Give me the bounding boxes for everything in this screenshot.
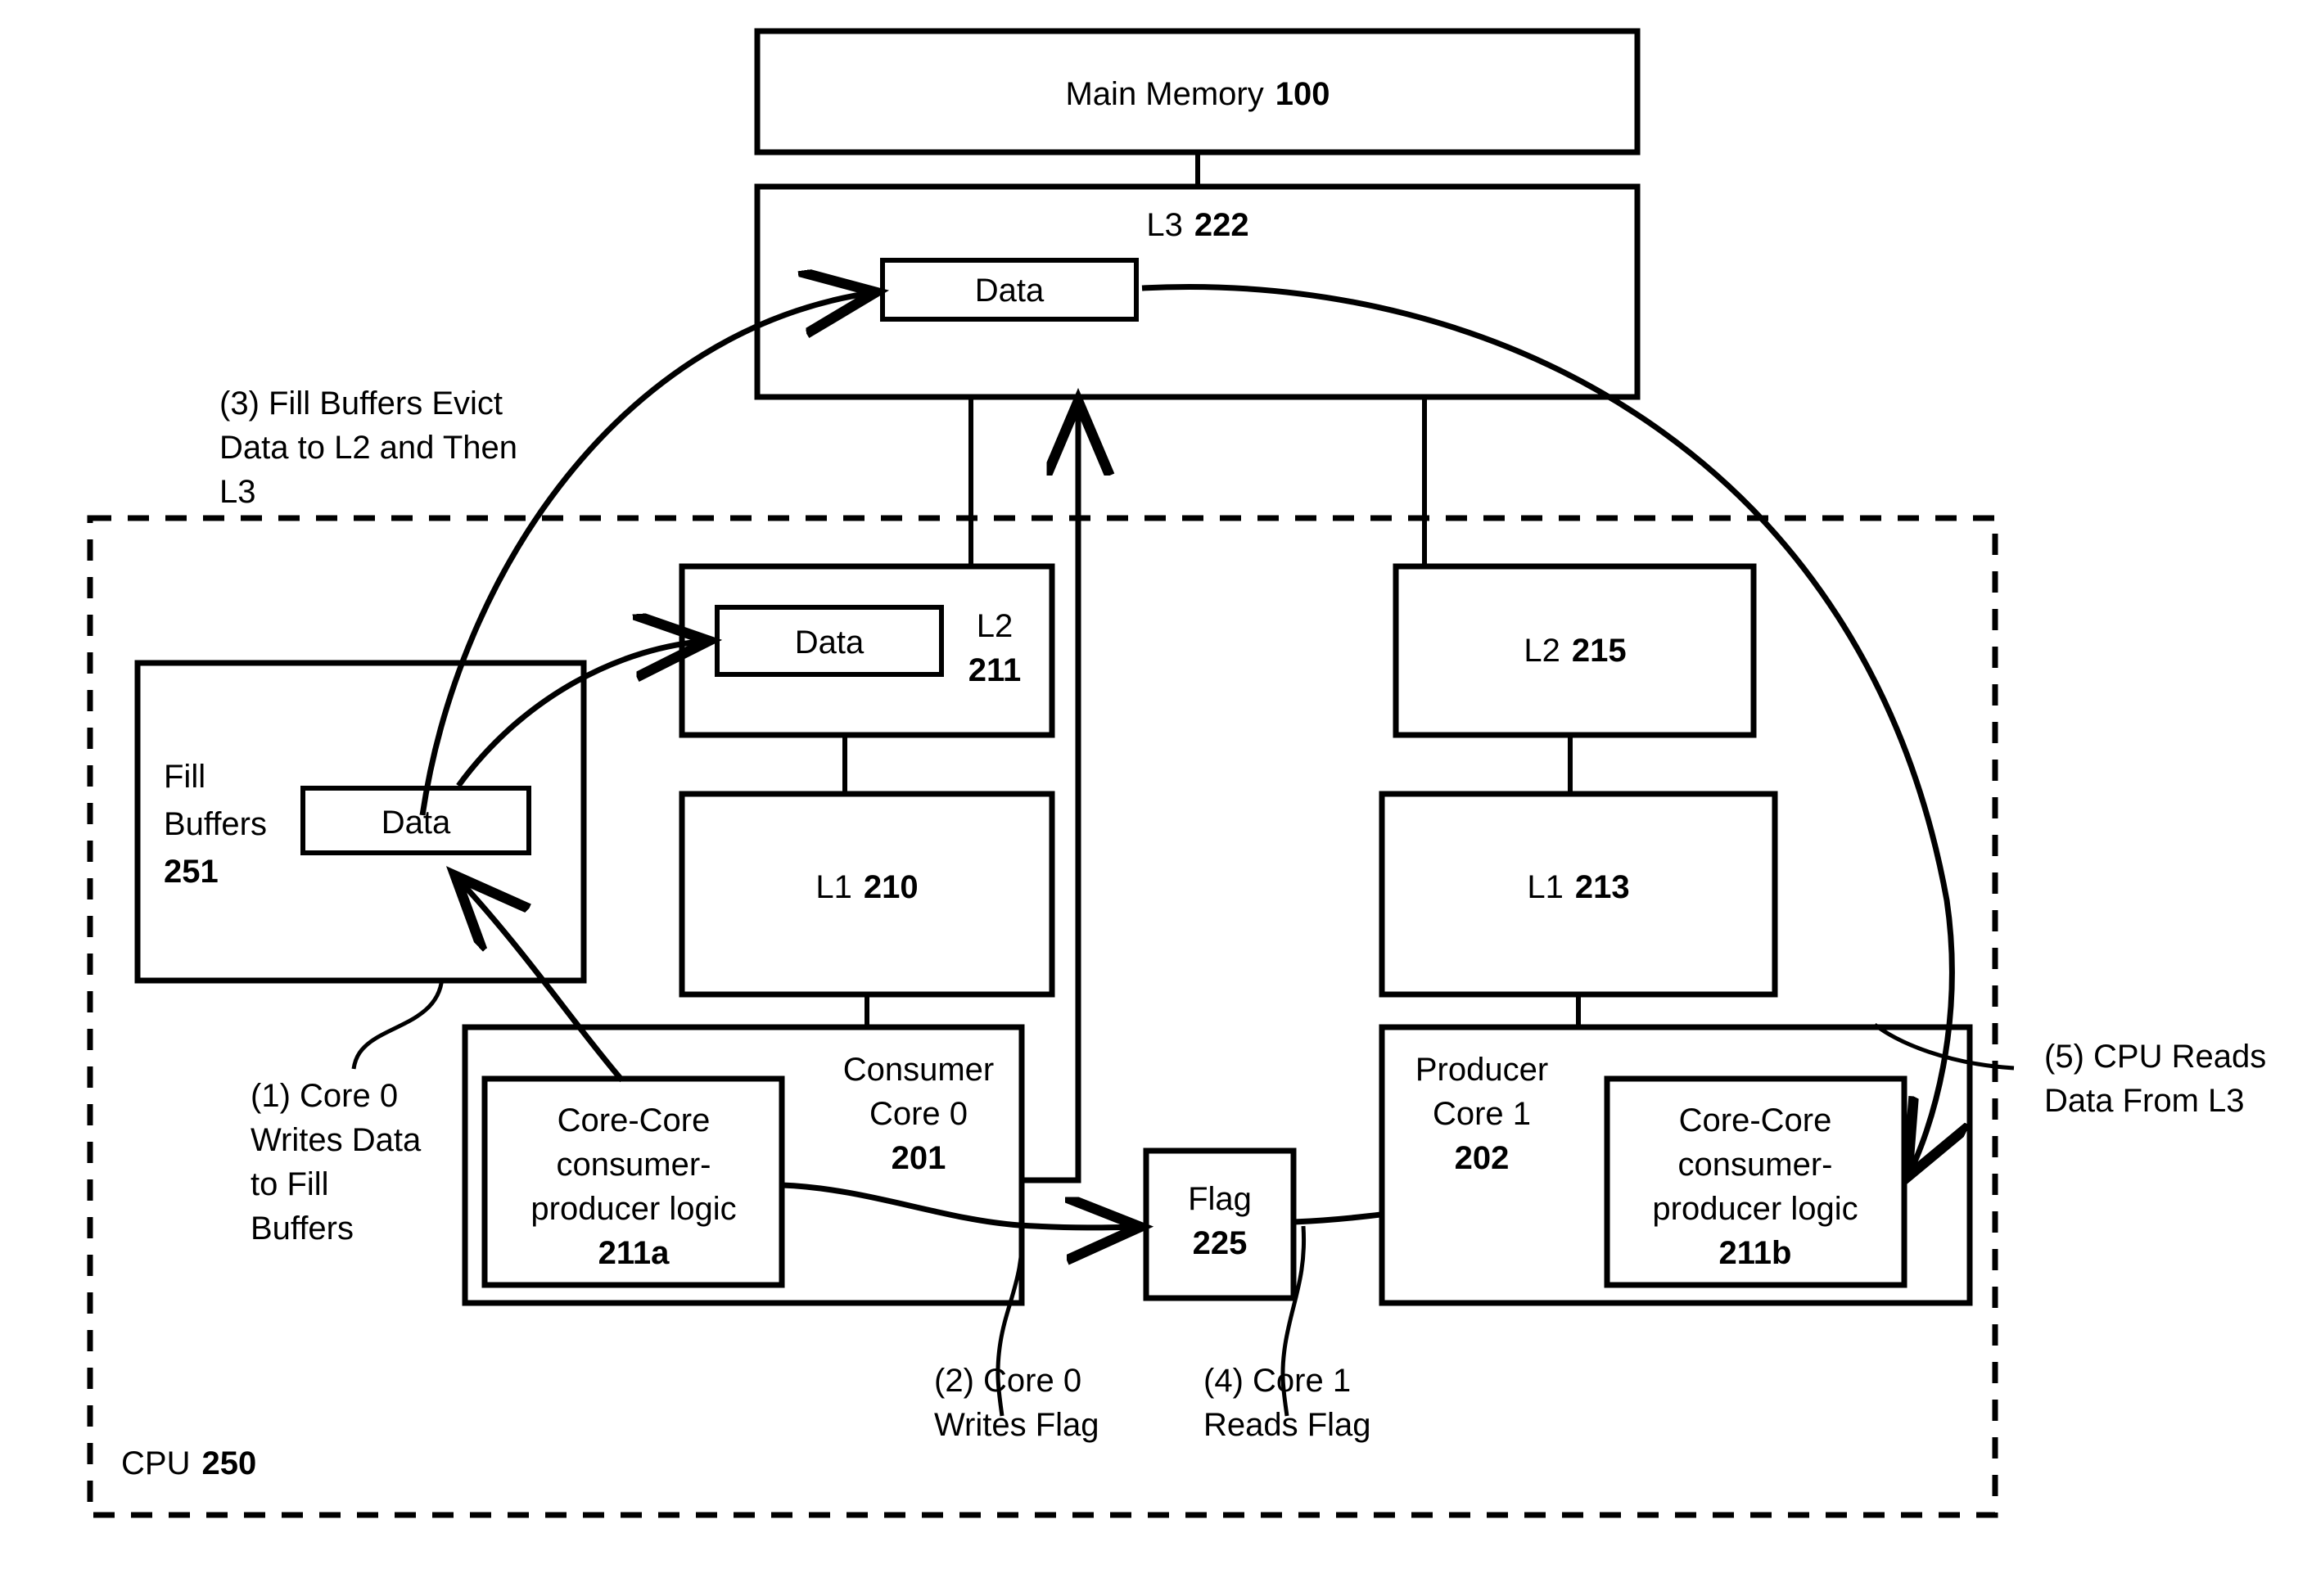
step3-line1: (3) Fill Buffers Evict — [219, 385, 503, 422]
l1-producer-label: L1 213 — [1527, 869, 1629, 905]
l2-producer-label: L2 215 — [1524, 633, 1626, 669]
cc-logic-a-line2: consumer- — [557, 1147, 711, 1183]
step1-line1: (1) Core 0 — [251, 1078, 398, 1114]
step1-line3: to Fill — [251, 1166, 329, 1202]
l2-consumer-ref: 211 — [968, 652, 1022, 688]
step5-line2: Data From L3 — [2044, 1083, 2245, 1119]
producer-core-label-1: Producer — [1415, 1052, 1548, 1088]
step4-line1: (4) Core 1 — [1203, 1363, 1351, 1399]
step3-line2: Data to L2 and Then — [219, 430, 517, 466]
cache-hierarchy-diagram: CPU 250 Main Memory 100 L3 222 Data Fill Bu… — [87, 28, 2266, 1518]
cpu-label: CPU 250 — [121, 1445, 256, 1481]
patent-figure: CPU 250 Main Memory 100 L3 222 Data Fill Bu… — [0, 0, 2307, 1596]
cc-logic-b-ref: 211b — [1719, 1235, 1792, 1271]
consumer-core-ref: 201 — [892, 1140, 946, 1176]
l3-label: L3 222 — [1146, 207, 1248, 243]
step2-line2: Writes Flag — [934, 1407, 1099, 1443]
main-memory-label: Main Memory 100 — [1065, 76, 1330, 112]
cc-logic-a-ref: 211a — [598, 1235, 670, 1271]
fill-buffers-ref: 251 — [164, 854, 219, 890]
step2-line1: (2) Core 0 — [934, 1363, 1081, 1399]
flag-ref: 225 — [1193, 1225, 1248, 1261]
fill-buffers-label-2: Buffers — [164, 806, 267, 842]
cc-logic-b-line3: producer logic — [1652, 1191, 1858, 1227]
l1-consumer-label: L1 210 — [815, 869, 918, 905]
cc-logic-a-line1: Core-Core — [558, 1102, 711, 1138]
l3-data-label: Data — [975, 273, 1045, 309]
fill-buffers-data-label: Data — [381, 805, 451, 841]
step3-line3: L3 — [219, 474, 256, 510]
consumer-core-label-2: Core 0 — [869, 1096, 968, 1132]
cc-logic-b-line1: Core-Core — [1679, 1102, 1832, 1138]
step1-line4: Buffers — [251, 1211, 354, 1247]
l2-consumer-data-label: Data — [795, 624, 865, 660]
step4-line2: Reads Flag — [1203, 1407, 1371, 1443]
flag-label: Flag — [1188, 1181, 1252, 1217]
l2-consumer-label: L2 — [977, 608, 1014, 644]
leader-step1 — [351, 977, 445, 1070]
producer-core-ref: 202 — [1455, 1140, 1510, 1176]
consumer-core-label-1: Consumer — [843, 1052, 995, 1088]
fill-buffers-label: Fill — [164, 759, 205, 795]
producer-core-label-2: Core 1 — [1433, 1096, 1531, 1132]
flag-box — [1143, 1147, 1297, 1301]
step1-line2: Writes Data — [251, 1122, 422, 1158]
cc-logic-a-line3: producer logic — [530, 1191, 736, 1227]
step5-line1: (5) CPU Reads — [2044, 1039, 2266, 1075]
cc-logic-b-line2: consumer- — [1678, 1147, 1833, 1183]
